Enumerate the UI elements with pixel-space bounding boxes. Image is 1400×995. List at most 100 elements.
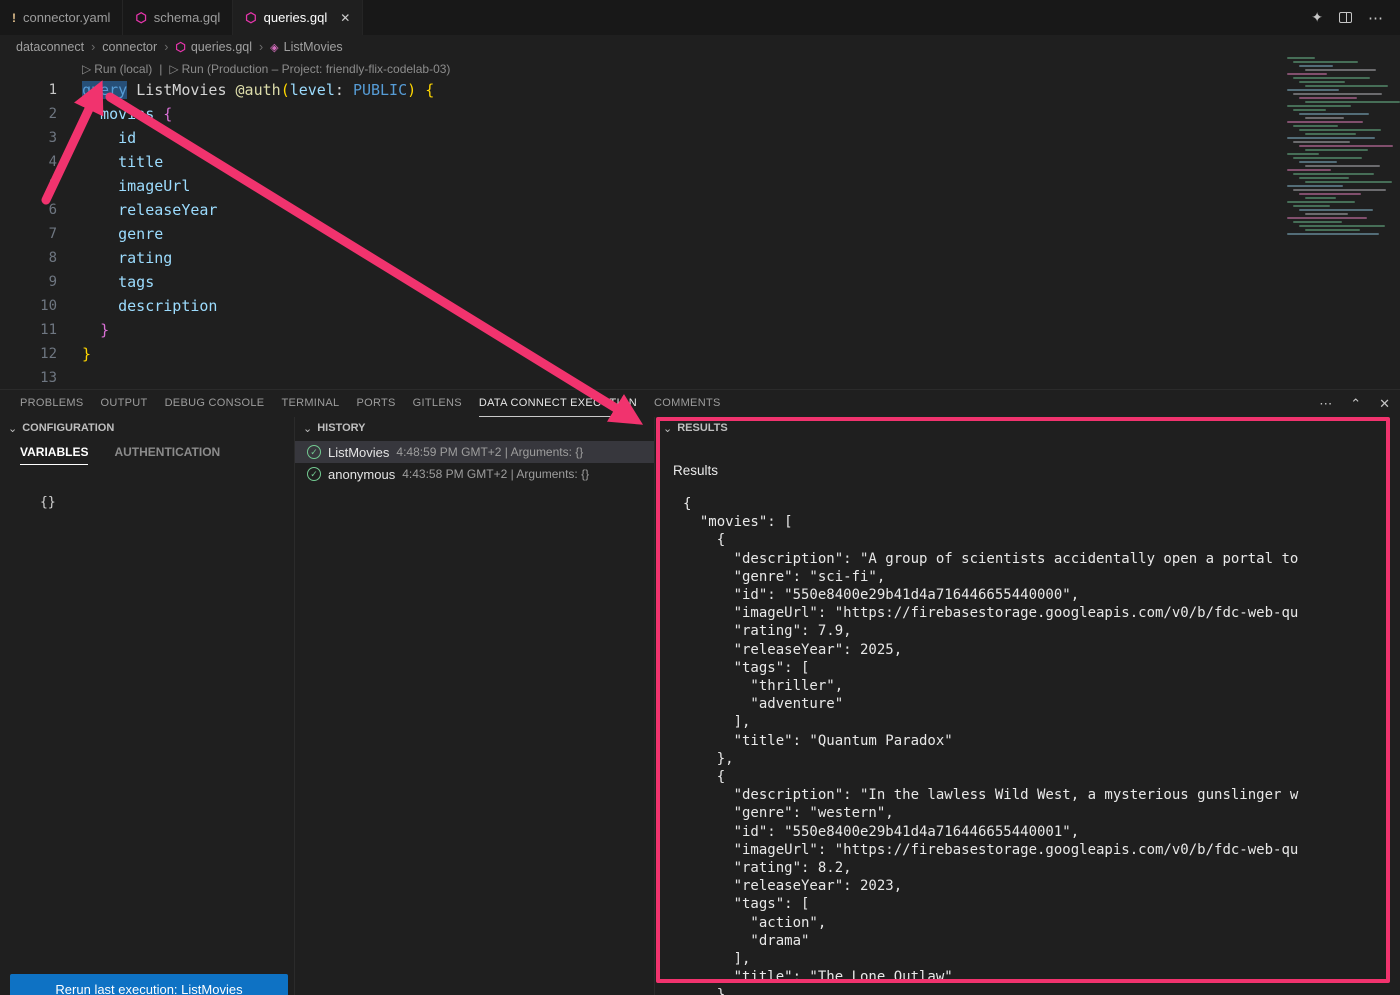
code-token bbox=[127, 81, 136, 99]
minimap-line bbox=[1299, 193, 1361, 195]
tab-label: queries.gql bbox=[264, 10, 328, 25]
line-number: 12 bbox=[0, 342, 57, 366]
panel-tab-debug-console[interactable]: DEBUG CONSOLE bbox=[165, 390, 265, 417]
more-actions-icon[interactable]: ⋯ bbox=[1368, 9, 1384, 27]
minimap-line bbox=[1299, 161, 1337, 163]
sparkle-icon[interactable]: ✦ bbox=[1311, 9, 1323, 26]
minimap-line bbox=[1305, 181, 1392, 183]
minimap-line bbox=[1299, 177, 1349, 179]
code-token bbox=[82, 297, 118, 315]
minimap-line bbox=[1305, 69, 1376, 71]
minimap-line bbox=[1299, 225, 1385, 227]
minimap-line bbox=[1287, 201, 1355, 203]
breadcrumb-item-label: ListMovies bbox=[284, 40, 343, 54]
code-line-text: releaseYear bbox=[57, 198, 217, 222]
code-line-text bbox=[57, 366, 82, 390]
minimap-line bbox=[1305, 101, 1400, 103]
code-token bbox=[82, 249, 118, 267]
panel-tab-comments[interactable]: COMMENTS bbox=[654, 390, 721, 417]
history-item-meta: 4:48:59 PM GMT+2 | Arguments: {} bbox=[396, 445, 583, 459]
breadcrumb-separator: › bbox=[164, 40, 168, 54]
code-token bbox=[82, 105, 100, 123]
panel-more-icon[interactable]: ⋯ bbox=[1319, 396, 1332, 412]
tab-variables[interactable]: VARIABLES bbox=[20, 445, 88, 465]
minimap[interactable] bbox=[1283, 57, 1400, 241]
split-editor-icon[interactable] bbox=[1339, 12, 1352, 23]
code-token: movies bbox=[100, 105, 154, 123]
panel-tab-terminal[interactable]: TERMINAL bbox=[281, 390, 339, 417]
run-local-link[interactable]: ▷Run (local) bbox=[82, 62, 152, 76]
history-header-label: HISTORY bbox=[317, 422, 365, 434]
run-local-label: Run (local) bbox=[94, 62, 152, 76]
code-token: { bbox=[163, 105, 172, 123]
code-line-text: rating bbox=[57, 246, 172, 270]
breadcrumb-item-label: connector bbox=[102, 40, 157, 54]
line-number: 10 bbox=[0, 294, 57, 318]
minimap-line bbox=[1299, 113, 1369, 115]
history-item-anonymous[interactable]: ✓anonymous4:43:58 PM GMT+2 | Arguments: … bbox=[295, 463, 654, 485]
line-number: 3 bbox=[0, 126, 57, 150]
run-production-link[interactable]: ▷Run (Production – Project: friendly-fli… bbox=[169, 62, 450, 76]
breadcrumb-item-queries.gql[interactable]: ⬡queries.gql bbox=[175, 40, 252, 54]
history-item-ListMovies[interactable]: ✓ListMovies4:48:59 PM GMT+2 | Arguments:… bbox=[295, 441, 654, 463]
editor-tab-bar: !connector.yaml⬡schema.gql⬡queries.gql✕ … bbox=[0, 0, 1400, 35]
results-json[interactable]: { "movies": [ { "description": "A group … bbox=[683, 495, 1400, 995]
code-token: } bbox=[100, 321, 109, 339]
configuration-tabs: VARIABLES AUTHENTICATION bbox=[0, 445, 294, 465]
breadcrumb-item-connector[interactable]: connector bbox=[102, 40, 157, 54]
vscode-window: !connector.yaml⬡schema.gql⬡queries.gql✕ … bbox=[0, 0, 1400, 995]
minimap-line bbox=[1299, 145, 1393, 147]
close-icon[interactable]: ✕ bbox=[340, 11, 350, 25]
code-token bbox=[82, 201, 118, 219]
breadcrumb-separator: › bbox=[259, 40, 263, 54]
rerun-last-execution-button[interactable]: Rerun last execution: ListMovies bbox=[10, 974, 288, 995]
code-line-8: 8 rating bbox=[0, 246, 1400, 270]
code-token: title bbox=[118, 153, 163, 171]
history-header[interactable]: ⌄ HISTORY bbox=[295, 417, 654, 439]
minimap-line bbox=[1299, 129, 1381, 131]
configuration-header[interactable]: ⌄ CONFIGURATION bbox=[0, 417, 294, 439]
code-lines[interactable]: 1query ListMovies @auth(level: PUBLIC) {… bbox=[0, 78, 1400, 390]
code-token bbox=[82, 273, 118, 291]
line-number: 5 bbox=[0, 174, 57, 198]
line-number: 8 bbox=[0, 246, 57, 270]
tab-authentication[interactable]: AUTHENTICATION bbox=[114, 445, 220, 465]
bottom-panel: PROBLEMS OUTPUT DEBUG CONSOLE TERMINAL PORTS… bbox=[0, 389, 1400, 995]
panel-tab-gitlens[interactable]: GITLENS bbox=[413, 390, 462, 417]
results-header[interactable]: ⌄ RESULTS bbox=[655, 417, 1400, 439]
tab-schema.gql[interactable]: ⬡schema.gql bbox=[123, 0, 233, 35]
history-items: ✓ListMovies4:48:59 PM GMT+2 | Arguments:… bbox=[295, 441, 654, 485]
code-token: genre bbox=[118, 225, 163, 243]
panel-tab-data-connect-execution[interactable]: DATA CONNECT EXECUTION bbox=[479, 390, 637, 417]
code-line-text: id bbox=[57, 126, 136, 150]
breadcrumb-item-ListMovies[interactable]: ◈ListMovies bbox=[270, 40, 343, 54]
breadcrumb-item-dataconnect[interactable]: dataconnect bbox=[16, 40, 84, 54]
code-token: ( bbox=[281, 81, 290, 99]
configuration-section: ⌄ CONFIGURATION VARIABLES AUTHENTICATION… bbox=[0, 417, 295, 995]
tab-queries.gql[interactable]: ⬡queries.gql✕ bbox=[233, 0, 363, 35]
panel-tab-ports[interactable]: PORTS bbox=[356, 390, 395, 417]
minimap-line bbox=[1293, 157, 1362, 159]
minimap-line bbox=[1305, 229, 1360, 231]
code-line-7: 7 genre bbox=[0, 222, 1400, 246]
variables-value[interactable]: {} bbox=[40, 495, 294, 510]
minimap-line bbox=[1305, 197, 1336, 199]
minimap-line bbox=[1287, 89, 1339, 91]
configuration-header-label: CONFIGURATION bbox=[22, 422, 114, 434]
tab-connector.yaml[interactable]: !connector.yaml bbox=[0, 0, 123, 35]
code-token: ) bbox=[407, 81, 416, 99]
minimap-line bbox=[1287, 217, 1367, 219]
graphql-icon: ⬡ bbox=[135, 11, 146, 24]
code-line-10: 10 description bbox=[0, 294, 1400, 318]
code-token bbox=[82, 177, 118, 195]
panel-maximize-icon[interactable]: ⌃ bbox=[1350, 396, 1361, 412]
panel-close-icon[interactable]: ✕ bbox=[1379, 396, 1390, 412]
code-token: rating bbox=[118, 249, 172, 267]
panel-tab-output[interactable]: OUTPUT bbox=[101, 390, 148, 417]
code-line-text: title bbox=[57, 150, 163, 174]
minimap-line bbox=[1293, 125, 1338, 127]
breadcrumb-separator: › bbox=[91, 40, 95, 54]
panel-tab-problems[interactable]: PROBLEMS bbox=[20, 390, 84, 417]
code-line-6: 6 releaseYear bbox=[0, 198, 1400, 222]
line-number: 1 bbox=[0, 78, 57, 102]
